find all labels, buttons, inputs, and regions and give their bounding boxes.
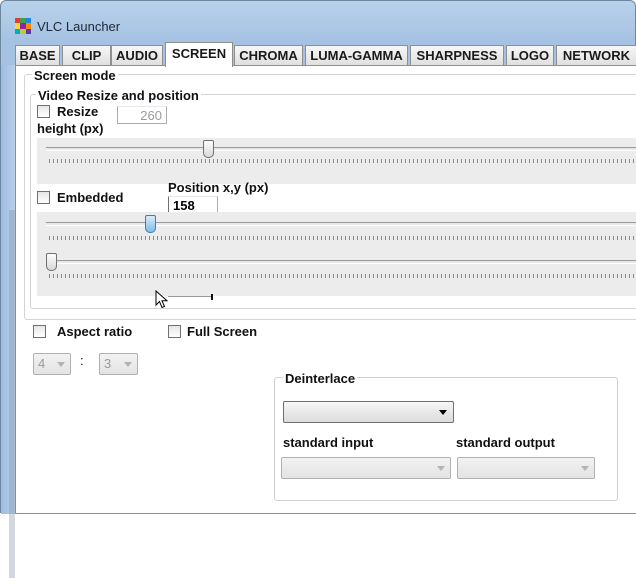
chevron-down-icon — [124, 362, 132, 367]
video-resize-label: Video Resize and position — [36, 88, 201, 103]
screen-mode-label: Screen mode — [32, 68, 118, 83]
aspect-ratio-label: Aspect ratio — [57, 324, 133, 339]
position-x-slider-track — [46, 222, 636, 226]
full-screen-checkbox[interactable] — [168, 325, 181, 338]
position-y-slider-ticks — [49, 274, 636, 278]
position-y-slider-track — [46, 260, 636, 264]
deinterlace-label: Deinterlace — [283, 371, 358, 386]
height-slider-track — [46, 147, 636, 151]
position-x-slider-thumb[interactable] — [144, 215, 156, 233]
height-slider-ticks — [49, 159, 636, 163]
tab-network[interactable]: NETWORK — [556, 45, 636, 66]
position-label: Position x,y (px) — [168, 180, 269, 195]
standard-output-label: standard output — [456, 435, 555, 450]
chevron-down-icon — [439, 410, 447, 415]
mouse-pointer-icon — [155, 290, 169, 309]
screen-tab-panel: Screen mode Video Resize and position Re… — [15, 65, 636, 514]
tab-clip[interactable]: CLIP — [62, 45, 111, 66]
height-input[interactable]: 260 — [117, 106, 167, 124]
full-screen-label: Full Screen — [187, 324, 258, 339]
tab-chroma[interactable]: CHROMA — [234, 45, 303, 66]
standard-input-label: standard input — [283, 435, 374, 450]
embedded-checkbox[interactable] — [37, 191, 50, 204]
app-icon-square — [25, 28, 31, 34]
chevron-down-icon — [57, 362, 65, 367]
tab-base[interactable]: BASE — [15, 45, 60, 66]
resize-checkbox[interactable] — [37, 105, 50, 118]
aspect-separator: : — [80, 353, 84, 368]
resize-label: Resize — [57, 104, 99, 119]
hidden-input-edge — [168, 296, 213, 300]
tab-screen[interactable]: SCREEN — [165, 42, 233, 67]
standard-output-combo[interactable] — [457, 457, 595, 479]
position-x-slider-ticks — [49, 236, 636, 240]
height-label: height (px) — [37, 121, 104, 136]
position-slider-panel — [37, 212, 636, 296]
aspect-width-combo[interactable]: 4 — [33, 353, 71, 375]
aspect-height-value: 3 — [104, 356, 112, 371]
height-slider-thumb[interactable] — [202, 140, 214, 158]
left-frame — [1, 65, 15, 578]
chevron-down-icon — [437, 466, 445, 471]
aspect-height-combo[interactable]: 3 — [99, 353, 138, 375]
chevron-down-icon — [581, 466, 589, 471]
aspect-ratio-checkbox[interactable] — [33, 325, 46, 338]
tab-logo[interactable]: LOGO — [506, 45, 554, 66]
position-y-slider-thumb[interactable] — [46, 253, 57, 271]
standard-input-combo[interactable] — [281, 457, 451, 479]
aspect-width-value: 4 — [38, 356, 46, 371]
text-caret — [211, 294, 213, 300]
tab-audio[interactable]: AUDIO — [111, 45, 163, 66]
tab-luma-gamma[interactable]: LUMA-GAMMA — [305, 45, 408, 66]
tab-strip: BASE CLIP AUDIO SCREEN CHROMA LUMA-GAMMA… — [15, 42, 636, 67]
height-slider-panel — [37, 138, 636, 184]
window-title: VLC Launcher — [37, 19, 121, 34]
tab-sharpness[interactable]: SHARPNESS — [410, 45, 504, 66]
deinterlace-combo[interactable] — [283, 401, 454, 423]
vlc-launcher-app-icon — [15, 18, 31, 34]
title-bar: VLC Launcher — [1, 1, 635, 41]
app-window: VLC Launcher BASE CLIP AUDIO SCREEN CHRO… — [0, 0, 636, 578]
embedded-label: Embedded — [57, 190, 124, 205]
